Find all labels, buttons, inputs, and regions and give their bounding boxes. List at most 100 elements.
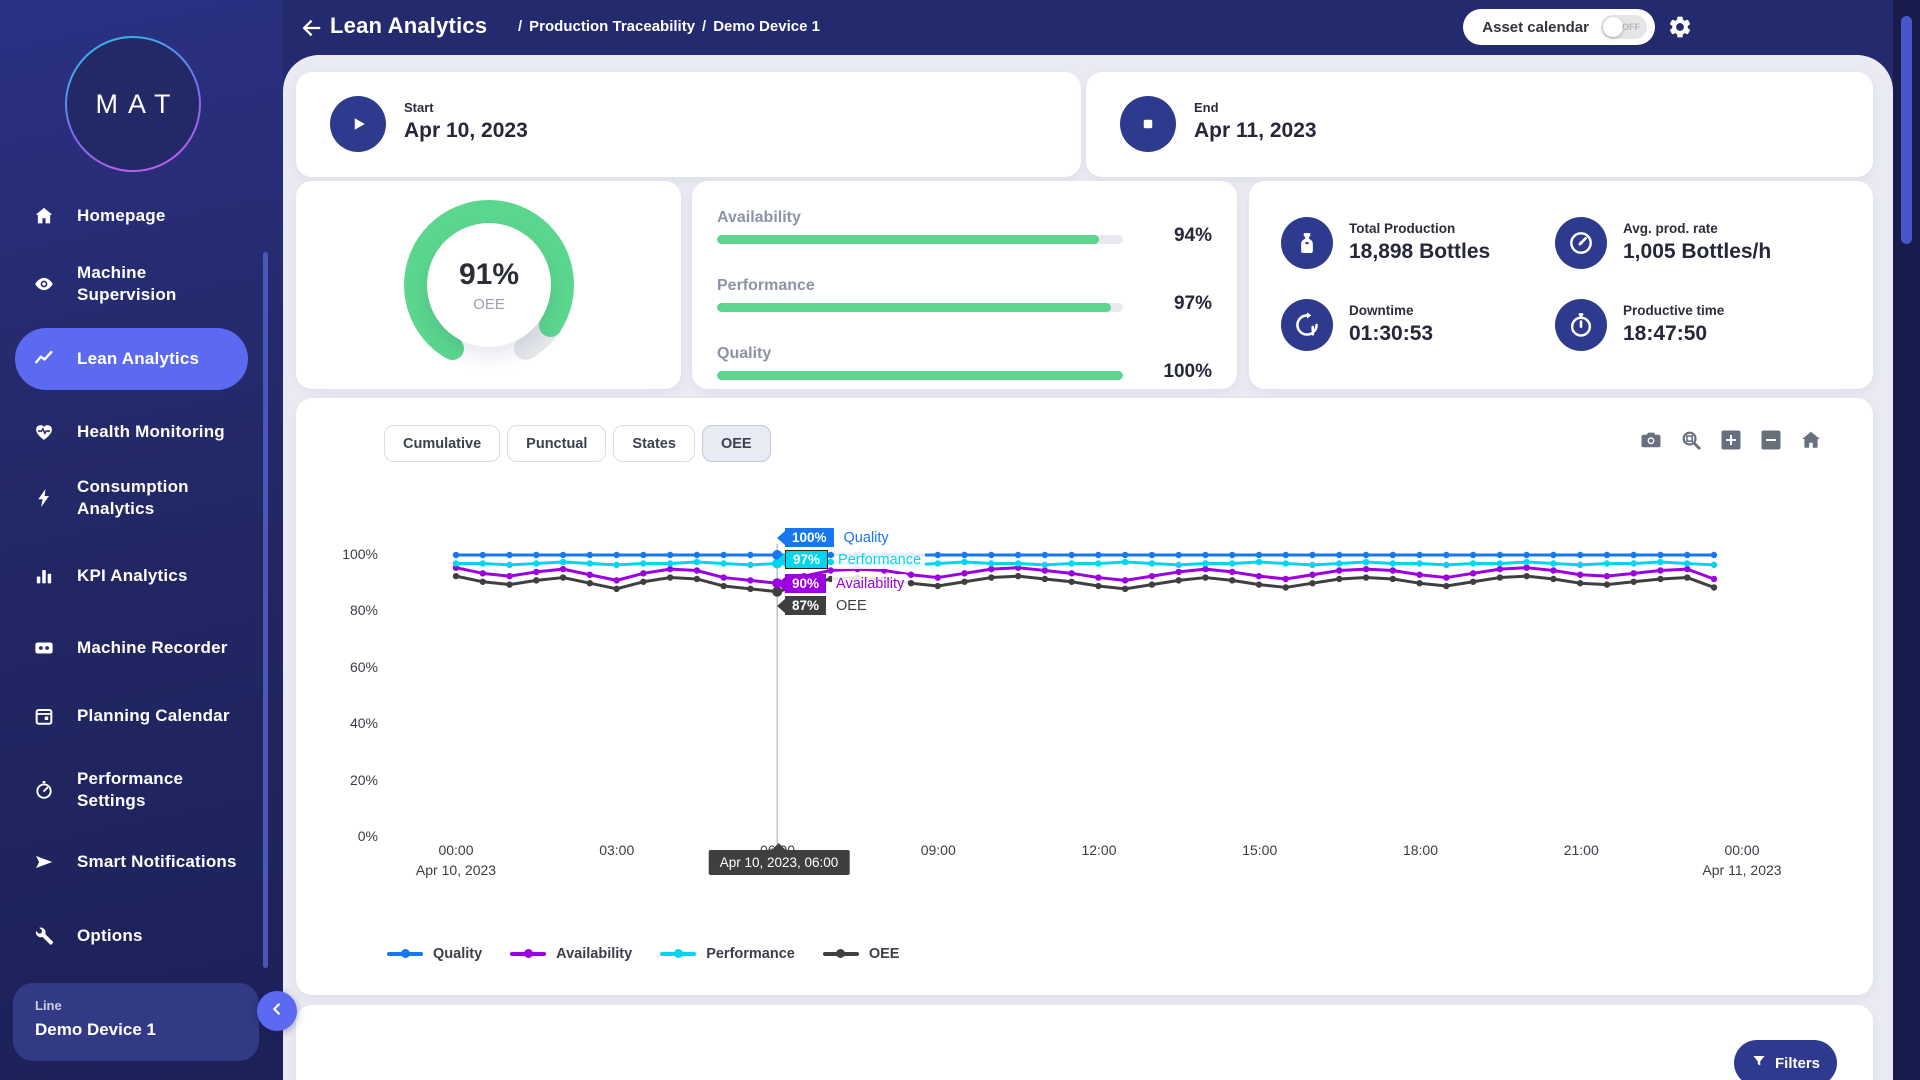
sidebar-item-label: Homepage (77, 205, 248, 227)
quality-bar-fill (717, 371, 1123, 380)
sidebar-item-label: Smart Notifications (77, 851, 248, 873)
tooltip-value: 100% (785, 528, 834, 547)
sidebar-item-label: Performance Settings (77, 768, 248, 812)
oee-gauge-card: 91% OEE (296, 181, 681, 389)
bottom-panel-card (296, 1005, 1873, 1080)
breadcrumb-item[interactable]: Production Traceability (529, 18, 695, 35)
asset-calendar-toggle-pill[interactable]: Asset calendar OFF (1463, 9, 1655, 45)
page-scrollbar-thumb[interactable] (1901, 16, 1912, 244)
legend-swatch (510, 952, 546, 956)
x-tick-label: 15:00 (1185, 842, 1335, 858)
bolt-icon (33, 487, 55, 509)
sidebar-item-kpi-analytics[interactable]: KPI Analytics (15, 554, 248, 598)
start-label: Start (404, 100, 434, 115)
sidebar-scrollbar-thumb[interactable] (263, 252, 268, 968)
filters-button[interactable]: Filters (1734, 1040, 1837, 1080)
gauge-center: 91% OEE (427, 223, 551, 347)
start-date-card: Start Apr 10, 2023 (296, 72, 1081, 177)
eye-icon (33, 273, 55, 295)
tooltip-value: 87% (785, 596, 826, 615)
total-production-label: Total Production (1349, 221, 1455, 236)
breadcrumb-item[interactable]: Demo Device 1 (713, 18, 820, 35)
bar-chart-icon (33, 565, 55, 587)
tooltip-series-name: OEE (832, 596, 871, 615)
cassette-icon (33, 637, 55, 659)
y-tick-label: 60% (296, 659, 378, 675)
play-icon[interactable] (330, 96, 386, 152)
tooltip-series-name: Quality (840, 528, 893, 547)
legend-item-performance[interactable]: Performance (660, 946, 795, 962)
gauge-cap (514, 337, 537, 360)
page-title: Lean Analytics (330, 13, 487, 39)
end-date-card: End Apr 11, 2023 (1086, 72, 1873, 177)
funnel-icon (1751, 1053, 1767, 1073)
stopwatch-icon (1555, 299, 1607, 351)
x-tick-label: 12:00 (1024, 842, 1174, 858)
performance-bar-row: Performance 97% (717, 277, 1212, 295)
tooltip-arrow (777, 599, 785, 613)
total-production-stat: Total Production 18,898 Bottles (1281, 217, 1561, 269)
breadcrumb-separator: / (518, 18, 522, 35)
sidebar-item-lean-analytics[interactable]: Lean Analytics (15, 328, 248, 390)
sidebar-item-machine-supervision[interactable]: Machine Supervision (15, 256, 248, 312)
sidebar-item-label: Machine Recorder (77, 637, 248, 659)
start-date-value[interactable]: Apr 10, 2023 (404, 119, 528, 143)
performance-label: Performance (717, 277, 1212, 295)
top-bar: Lean Analytics / Production Traceability… (283, 0, 1893, 55)
y-tick-label: 100% (296, 546, 378, 562)
availability-label: Availability (717, 209, 1212, 227)
performance-bar-track (717, 303, 1123, 312)
chevron-left-icon (267, 999, 287, 1024)
breadcrumb-separator: / (702, 18, 706, 35)
legend-item-quality[interactable]: Quality (387, 946, 482, 962)
sidebar: MAT Homepage Machine Supervision Lean An… (0, 0, 283, 1080)
sidebar-item-consumption-analytics[interactable]: Consumption Analytics (15, 470, 248, 526)
x-tick-label: 09:00 (863, 842, 1013, 858)
oee-line-chart[interactable] (296, 398, 1873, 995)
sidebar-item-performance-settings[interactable]: Performance Settings (15, 762, 248, 818)
sidebar-item-health-monitoring[interactable]: Health Monitoring (15, 410, 248, 454)
avg-prod-rate-stat: Avg. prod. rate 1,005 Bottles/h (1555, 217, 1835, 269)
chart-line-icon (33, 348, 55, 370)
mat-logo: MAT (65, 36, 201, 172)
legend-item-oee[interactable]: OEE (823, 946, 900, 962)
sidebar-item-options[interactable]: Options (15, 914, 248, 958)
tooltip-value: 97% (785, 550, 828, 569)
tooltip-series-name: Availability (832, 574, 908, 593)
tooltip-arrow (777, 577, 785, 591)
gauge-cap (539, 314, 562, 337)
tooltip-arrow (777, 531, 785, 545)
quality-bar-row: Quality 100% (717, 345, 1212, 363)
downtime-stat: Downtime 01:30:53 (1281, 299, 1561, 351)
productive-time-stat: Productive time 18:47:50 (1555, 299, 1835, 351)
tooltip-availability: 90% Availability (777, 574, 908, 593)
tooltip-performance: 97% Performance (777, 550, 925, 569)
oee-gauge-label: OEE (473, 296, 505, 313)
sidebar-item-homepage[interactable]: Homepage (15, 196, 248, 236)
page-scrollbar-track (1893, 0, 1920, 1080)
oee-gauge: 91% OEE (404, 200, 574, 370)
gear-icon[interactable] (1667, 14, 1693, 40)
y-tick-label: 20% (296, 772, 378, 788)
sidebar-item-label: Machine Supervision (77, 262, 248, 306)
legend-label: OEE (869, 946, 900, 962)
sidebar-collapse-button[interactable] (257, 991, 297, 1031)
sidebar-item-label: Lean Analytics (77, 348, 248, 370)
line-label: Line (35, 998, 237, 1013)
sidebar-item-machine-recorder[interactable]: Machine Recorder (15, 626, 248, 670)
sidebar-item-smart-notifications[interactable]: Smart Notifications (15, 834, 248, 890)
toggle-state-label: OFF (1622, 22, 1640, 32)
end-date-value[interactable]: Apr 11, 2023 (1194, 119, 1317, 143)
sidebar-item-planning-calendar[interactable]: Planning Calendar (15, 688, 248, 744)
legend-item-availability[interactable]: Availability (510, 946, 632, 962)
heart-pulse-icon (33, 421, 55, 443)
line-value: Demo Device 1 (35, 1020, 237, 1040)
y-tick-label: 80% (296, 602, 378, 618)
asset-calendar-switch[interactable]: OFF (1601, 15, 1647, 39)
line-selector-panel[interactable]: Line Demo Device 1 (13, 983, 259, 1061)
calendar-icon (33, 705, 55, 727)
back-arrow-icon[interactable] (298, 15, 324, 41)
x-tick-label: 00:00Apr 10, 2023 (381, 842, 531, 878)
downtime-label: Downtime (1349, 303, 1414, 318)
stop-icon[interactable] (1120, 96, 1176, 152)
